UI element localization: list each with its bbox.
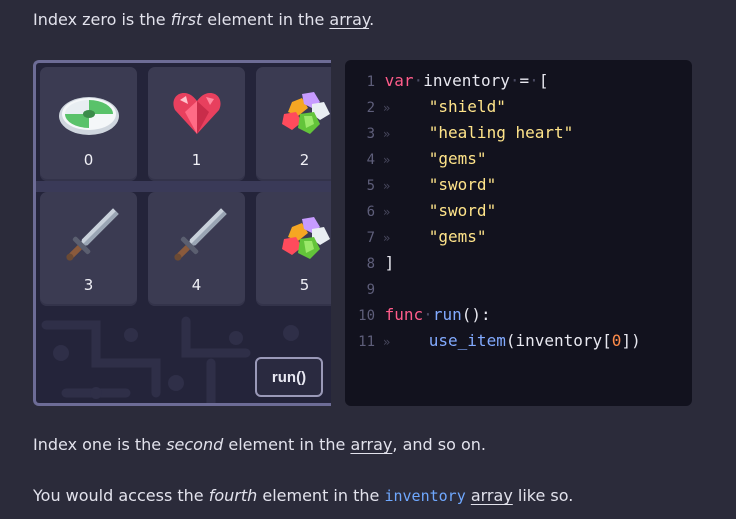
tab-indicator: » <box>383 127 391 141</box>
code-line: 9 <box>345 276 375 302</box>
gems-icon <box>281 92 330 134</box>
line-number: 2 <box>366 100 375 116</box>
tab-indicator: » <box>383 205 391 219</box>
sword-icon <box>65 208 119 261</box>
slot-index-label: 3 <box>83 276 94 294</box>
paragraph-index-zero: Index zero is the first element in the a… <box>33 10 374 30</box>
paragraph-text: You would access the <box>33 486 209 505</box>
code-line: 6 » "sword" <box>345 198 497 224</box>
function-name: run <box>432 305 462 324</box>
string-literal: "gems" <box>428 149 487 168</box>
keyword-var: var <box>384 71 414 90</box>
inventory-slot[interactable]: 5 <box>256 192 331 306</box>
healing-heart-icon <box>172 93 221 134</box>
line-number: 9 <box>366 282 375 298</box>
paragraph-index-one: Index one is the second element in the a… <box>33 435 486 455</box>
paragraph-text: element in the <box>202 10 330 29</box>
slot-index-label: 4 <box>191 276 202 294</box>
code-line: 11 » use_item(inventory[0]) <box>345 328 641 354</box>
array-glossary-link[interactable]: array <box>471 486 513 505</box>
tab-indicator: » <box>383 101 391 115</box>
inventory-slot[interactable]: 4 <box>148 192 245 306</box>
inventory-slot[interactable]: 1 <box>148 67 245 181</box>
gems-icon <box>281 217 330 259</box>
code-line: 5 » "sword" <box>345 172 497 198</box>
tab-indicator: » <box>383 335 391 349</box>
assign-operator: = <box>519 71 530 90</box>
slot-index-label: 0 <box>83 151 94 169</box>
string-literal: "healing heart" <box>428 123 574 142</box>
inventory-slot[interactable]: 3 <box>40 192 137 306</box>
inline-code-inventory: inventory <box>384 487 466 505</box>
run-button[interactable]: run() <box>255 357 323 397</box>
code-line: 1 var·inventory·=·[ <box>345 68 549 94</box>
inventory-grid: 0 1 2 3 4 5 <box>40 67 331 306</box>
code-line: 7 » "gems" <box>345 224 487 250</box>
slot-index-label: 2 <box>299 151 310 169</box>
code-line: 8 ] <box>345 250 395 276</box>
line-number: 3 <box>366 126 375 142</box>
code-line: 2 » "shield" <box>345 94 506 120</box>
variable-name: inventory <box>423 71 510 90</box>
paragraph-text: Index zero is the <box>33 10 171 29</box>
line-number: 6 <box>366 204 375 220</box>
sword-icon <box>173 208 227 261</box>
code-line: 3 » "healing heart" <box>345 120 574 146</box>
call-arguments-open: (inventory[ <box>505 331 612 350</box>
array-glossary-link[interactable]: array <box>350 435 392 454</box>
keyword-func: func <box>384 305 424 324</box>
line-number: 7 <box>366 230 375 246</box>
paragraph-text: . <box>369 10 375 29</box>
index-literal: 0 <box>611 331 622 350</box>
inventory-game-panel: 0 1 2 3 4 5 run() <box>33 60 331 406</box>
slot-index-label: 1 <box>191 151 202 169</box>
tab-indicator: » <box>383 179 391 193</box>
code-line: 4 » "gems" <box>345 146 487 172</box>
paragraph-fourth-element: You would access the fourth element in t… <box>33 486 573 506</box>
paragraph-text: , and so on. <box>392 435 486 454</box>
emphasis-text: fourth <box>208 486 258 505</box>
emphasis-text: first <box>170 10 203 29</box>
line-number: 1 <box>366 74 375 90</box>
call-arguments-close: ]) <box>621 331 641 350</box>
emphasis-text: second <box>166 435 224 454</box>
paragraph-text: element in the <box>223 435 351 454</box>
paragraph-text: Index one is the <box>33 435 167 454</box>
line-number: 10 <box>358 308 375 324</box>
code-line: 10 func·run(): <box>345 302 491 328</box>
string-literal: "shield" <box>428 97 506 116</box>
open-bracket: [ <box>538 71 549 90</box>
tab-indicator: » <box>383 231 391 245</box>
string-literal: "gems" <box>428 227 487 246</box>
function-call-name: use_item <box>428 331 506 350</box>
string-literal: "sword" <box>428 201 497 220</box>
inventory-slot[interactable]: 2 <box>256 67 331 181</box>
line-number: 8 <box>366 256 375 272</box>
function-signature: (): <box>461 305 491 324</box>
paragraph-text: element in the <box>257 486 385 505</box>
slot-index-label: 5 <box>299 276 310 294</box>
inventory-slot[interactable]: 0 <box>40 67 137 181</box>
paragraph-text: like so. <box>512 486 574 505</box>
line-number: 11 <box>358 334 375 350</box>
tab-indicator: » <box>383 153 391 167</box>
string-literal: "sword" <box>428 175 497 194</box>
code-editor: 1 var·inventory·=·[ 2 » "shield" 3 » "heal… <box>345 60 692 406</box>
close-bracket: ] <box>384 253 395 272</box>
array-glossary-link[interactable]: array <box>329 10 369 29</box>
line-number: 4 <box>366 152 375 168</box>
shield-icon <box>58 97 119 135</box>
line-number: 5 <box>366 178 375 194</box>
